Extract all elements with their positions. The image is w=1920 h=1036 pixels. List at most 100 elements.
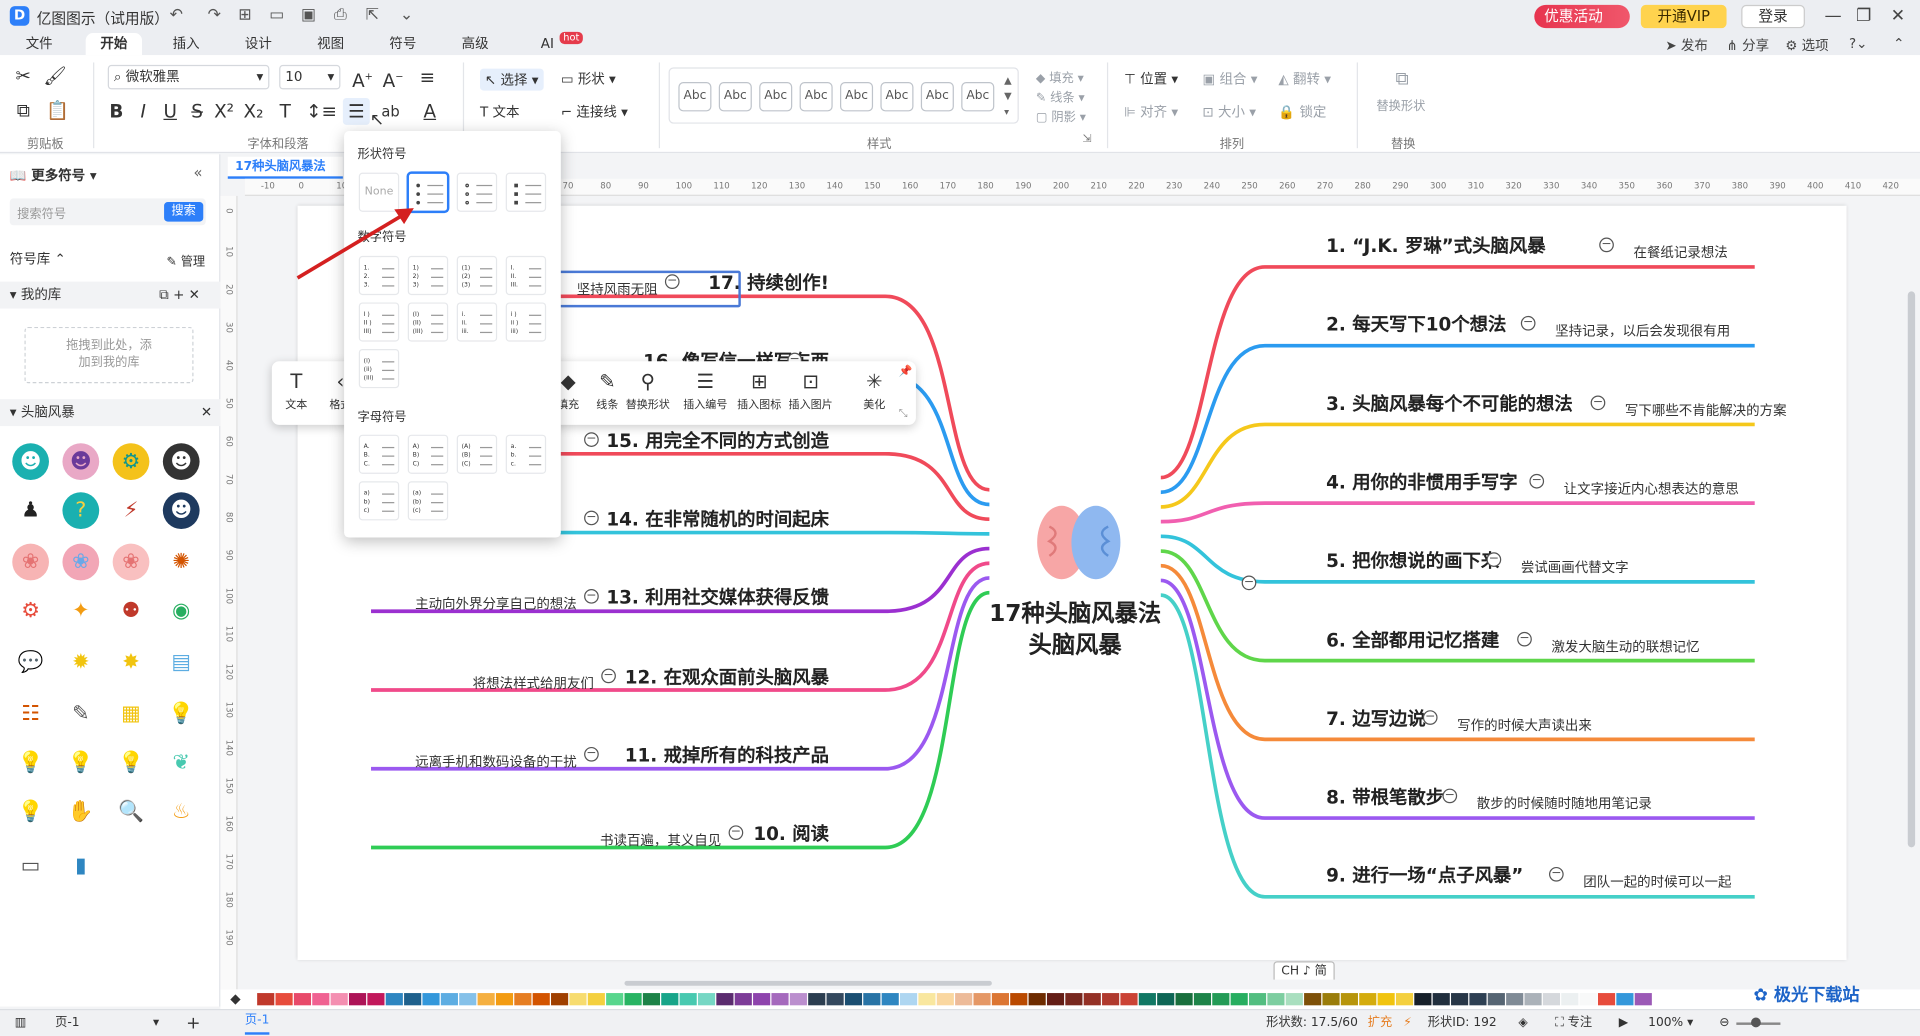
color-swatch[interactable] bbox=[551, 993, 569, 1006]
people-icon[interactable]: ⚉ bbox=[112, 592, 150, 630]
topic-note[interactable]: 坚持记录，以后会发现很有用 bbox=[1555, 321, 1730, 341]
color-swatch[interactable] bbox=[1414, 993, 1432, 1006]
head-brain-icon[interactable]: ☻ bbox=[62, 443, 100, 481]
vip-button[interactable]: 开通VIP bbox=[1640, 4, 1727, 29]
color-swatch[interactable] bbox=[789, 993, 807, 1006]
insert-number-tool[interactable]: ☰ 插入编号 bbox=[681, 369, 730, 412]
group-button[interactable]: ▣ 组合 ▾ bbox=[1202, 69, 1257, 89]
checklist-icon[interactable]: ☷ bbox=[12, 695, 49, 733]
export-icon[interactable]: ⇱ bbox=[360, 5, 384, 27]
zoom-slider-thumb[interactable] bbox=[1751, 1017, 1761, 1028]
expand-link[interactable]: 扩充 bbox=[1368, 1010, 1392, 1036]
letter-bullet-option[interactable]: a) b) c) bbox=[358, 481, 400, 521]
color-swatch[interactable] bbox=[1506, 993, 1524, 1006]
color-swatch[interactable] bbox=[1634, 993, 1652, 1006]
topic-right[interactable]: 7. 边写边说 bbox=[1326, 705, 1426, 731]
color-swatch[interactable] bbox=[661, 993, 679, 1006]
color-swatch[interactable] bbox=[1322, 993, 1340, 1006]
customize-icon[interactable]: ⌄ bbox=[394, 5, 418, 27]
color-swatch[interactable] bbox=[1597, 993, 1616, 1006]
collapse-toggle-icon[interactable]: − bbox=[1529, 473, 1545, 489]
color-swatch[interactable] bbox=[991, 993, 1009, 1006]
color-swatch[interactable] bbox=[1487, 993, 1505, 1006]
search-button[interactable]: 搜索 bbox=[164, 202, 204, 222]
color-swatch[interactable] bbox=[477, 993, 495, 1006]
font-shrink-icon[interactable]: A− bbox=[380, 64, 407, 92]
text-direction-icon[interactable]: T bbox=[272, 98, 299, 125]
fill-bucket-icon[interactable]: ◆ bbox=[230, 991, 240, 1007]
style-dialog-launcher-icon[interactable]: ⇲ bbox=[1082, 133, 1091, 145]
topic-note[interactable]: 激发大脑生动的联想记忆 bbox=[1551, 636, 1699, 656]
topic-left[interactable]: 14. 在非常随机的时间起床 bbox=[606, 506, 829, 532]
close-icon[interactable]: ✕ bbox=[1883, 5, 1912, 27]
font-size-select[interactable]: 10 ▾ bbox=[279, 64, 341, 90]
topic-left[interactable]: 11. 戒掉所有的科技产品 bbox=[625, 742, 829, 768]
document-tab[interactable]: 17种头脑风暴法 bbox=[227, 156, 343, 179]
collapse-toggle-icon[interactable]: − bbox=[584, 510, 599, 526]
color-swatch[interactable] bbox=[1359, 993, 1377, 1006]
burst-icon[interactable]: ✸ bbox=[112, 644, 150, 681]
color-swatch[interactable] bbox=[771, 993, 789, 1006]
connector-tool-button[interactable]: ⌐ 连接线 ▾ bbox=[561, 102, 628, 122]
color-swatch[interactable] bbox=[624, 993, 642, 1006]
size-button[interactable]: ⊡ 大小 ▾ bbox=[1202, 102, 1256, 122]
numbered-bullet-option[interactable]: I ) II ) III) bbox=[358, 302, 400, 342]
color-swatch[interactable] bbox=[1102, 993, 1120, 1006]
topic-note[interactable]: 写下哪些不肯能解决的方案 bbox=[1625, 400, 1787, 420]
color-swatch[interactable] bbox=[642, 993, 661, 1006]
color-swatch[interactable] bbox=[734, 993, 752, 1006]
select-tool-button[interactable]: ↖ 选择 ▾ bbox=[480, 68, 544, 91]
replace-shape-icon[interactable]: ⧉ bbox=[1389, 65, 1416, 92]
color-swatch[interactable] bbox=[569, 993, 587, 1006]
collapse-toggle-icon[interactable]: − bbox=[1422, 709, 1438, 725]
head-gear-icon[interactable]: ⚙ bbox=[112, 443, 150, 481]
person-bulb-icon[interactable]: ♟ bbox=[12, 492, 49, 529]
page-select[interactable]: 页-1 ▾ bbox=[55, 1010, 159, 1036]
tag-icon[interactable]: ▭ bbox=[12, 847, 49, 885]
head-idea-icon[interactable]: ☻ bbox=[12, 443, 49, 481]
color-swatch[interactable] bbox=[312, 993, 330, 1006]
color-swatch[interactable] bbox=[1248, 993, 1267, 1006]
color-swatch[interactable] bbox=[1230, 993, 1248, 1006]
color-swatch[interactable] bbox=[606, 993, 624, 1006]
collapse-toggle-icon[interactable]: − bbox=[1442, 788, 1458, 804]
color-swatch[interactable] bbox=[826, 993, 844, 1006]
horizontal-scrollbar[interactable] bbox=[244, 979, 1901, 987]
color-swatch[interactable] bbox=[697, 993, 716, 1006]
font-grow-icon[interactable]: A+ bbox=[349, 64, 376, 92]
color-swatch[interactable] bbox=[459, 993, 477, 1006]
line-spacing-icon[interactable]: ↕≡ bbox=[306, 98, 337, 125]
style-swatch[interactable]: Abc bbox=[718, 82, 752, 112]
chart-board-icon[interactable]: ▤ bbox=[162, 644, 200, 681]
insert-icon-tool[interactable]: ⊞ 插入图标 bbox=[735, 369, 784, 412]
topic-note[interactable]: 在餐纸记录想法 bbox=[1633, 242, 1727, 262]
new-file-icon[interactable]: ⊞ bbox=[233, 5, 257, 27]
zoom-out-icon[interactable]: ⊖ bbox=[1719, 1010, 1729, 1036]
magnifier-icon[interactable]: 🔍 bbox=[112, 793, 150, 831]
bulb-blue-icon[interactable]: 💡 bbox=[112, 744, 150, 782]
collapse-panel-icon[interactable]: « bbox=[193, 164, 202, 181]
topic-right[interactable]: 1. “J.K. 罗琳”式头脑风暴 bbox=[1326, 233, 1545, 259]
color-swatch[interactable] bbox=[1469, 993, 1487, 1006]
phone-icon[interactable]: ▮ bbox=[62, 847, 100, 885]
open-folder-icon[interactable]: ▭ bbox=[264, 5, 288, 27]
style-swatch[interactable]: Abc bbox=[678, 82, 712, 112]
tab-home[interactable]: 开始 bbox=[85, 33, 143, 56]
color-swatch[interactable] bbox=[1561, 993, 1579, 1006]
style-swatch[interactable]: Abc bbox=[799, 82, 833, 112]
color-swatch[interactable] bbox=[1267, 993, 1285, 1006]
my-lib-drop-area[interactable]: 拖拽到此处，添 加到我的库 bbox=[24, 326, 194, 384]
fill-button[interactable]: ◆ 填充 ▾ bbox=[1036, 67, 1084, 85]
color-swatch[interactable] bbox=[1028, 993, 1046, 1006]
color-swatch[interactable] bbox=[293, 993, 312, 1006]
vertical-scroll-thumb[interactable] bbox=[1907, 291, 1916, 848]
collapse-toggle-icon[interactable]: − bbox=[1599, 237, 1614, 253]
style-swatch[interactable]: Abc bbox=[759, 82, 793, 112]
collapse-toggle-icon[interactable]: − bbox=[1241, 575, 1257, 591]
color-swatch[interactable] bbox=[495, 993, 514, 1006]
minimize-icon[interactable]: — bbox=[1818, 5, 1847, 27]
text-tool-button[interactable]: T 文本 bbox=[480, 102, 519, 122]
wand-icon[interactable]: ✦ bbox=[62, 592, 100, 630]
page-panel-icon[interactable]: ▥ bbox=[15, 1010, 27, 1036]
font-color-icon[interactable]: A bbox=[416, 98, 443, 125]
